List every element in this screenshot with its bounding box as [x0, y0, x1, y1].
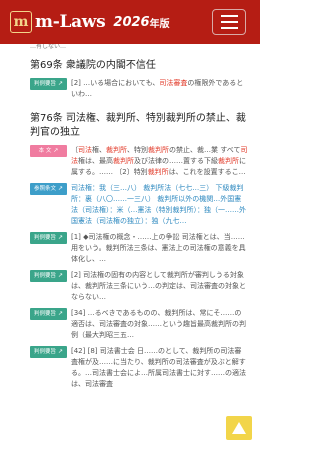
- body-text-badge[interactable]: 本 文 ↗: [30, 145, 67, 157]
- external-link-icon: ↗: [57, 272, 64, 279]
- keyword-highlight: 司法: [78, 146, 92, 154]
- triangle-up-icon: [232, 422, 246, 434]
- precedent-text: [2] 司法権の固有の内容として裁判所が審判しうる対象は、裁判所法三条にいう…の…: [71, 271, 246, 301]
- logo-text[interactable]: m-Laws: [35, 12, 106, 32]
- precedent-badge[interactable]: 判例要旨 ↗: [30, 346, 67, 358]
- keyword-highlight: 裁判所: [148, 146, 169, 154]
- external-link-icon: ↗: [57, 185, 64, 192]
- article-69-title[interactable]: 第69条 衆議院の内閣不信任: [30, 59, 248, 73]
- badge-label: 本 文: [38, 148, 52, 154]
- text-part: 権は、最高: [78, 157, 113, 165]
- precedent-text: [34] …るべきであるものの、裁判所は、常にそ……の適否は、司法審査の対象………: [71, 309, 246, 339]
- precedent-badge[interactable]: 判例要旨 ↗: [30, 308, 67, 320]
- logo-mark-letter: m: [13, 14, 29, 30]
- text-part: 〔: [71, 146, 78, 154]
- external-link-icon: ↗: [57, 80, 64, 87]
- badge-label: 判例要旨: [33, 349, 56, 355]
- badge-label: 判例要旨: [33, 311, 56, 317]
- text-part: 、特別: [127, 146, 148, 154]
- text-part: は、これを設置するこ…: [168, 168, 246, 176]
- badge-label: 判例要旨: [33, 235, 56, 241]
- text-part: の禁止、裁…業 すべて: [169, 146, 241, 154]
- precedent-item: 判例要旨 ↗ [1] ◆司法権の概念・……上の争訟 司法権とは、当……用をいう。裁…: [30, 232, 248, 265]
- external-link-icon: ↗: [57, 234, 64, 241]
- app-header: m m-Laws 2026 年版: [0, 0, 260, 44]
- badge-label: 判例要旨: [33, 81, 56, 87]
- keyword-highlight: 裁判所: [218, 157, 239, 165]
- main-content: …有しない… 第69条 衆議院の内閣不信任 判例要旨 ↗ [2] …いる場合におい…: [0, 44, 260, 450]
- reference-text[interactable]: 司法権：我（三…八） 裁判所法（七七…三） 下級裁判所：裏（八〇……一三八） 裁…: [71, 183, 248, 227]
- precedent-item: 判例要旨 ↗ [34] …るべきであるものの、裁判所は、常にそ……の適否は、司法審…: [30, 308, 248, 341]
- external-link-icon: ↗: [57, 310, 64, 317]
- edition-year: 2026: [113, 14, 150, 30]
- logo-mark[interactable]: m: [10, 11, 32, 33]
- text-part: 及び法律の……置する下級: [134, 157, 218, 165]
- precedent-item: 判例要旨 ↗ [42] [8] 司法書士会 日……のとして、裁判所の司法審査権が及…: [30, 346, 248, 390]
- external-link-icon: ↗: [57, 348, 64, 355]
- keyword-highlight: 裁判所: [113, 157, 134, 165]
- text-part: 権、: [92, 146, 106, 154]
- hamburger-icon: [220, 21, 238, 23]
- keyword-highlight: 司法審査: [159, 79, 188, 87]
- hamburger-icon: [220, 27, 238, 29]
- precedent-badge[interactable]: 判例要旨 ↗: [30, 78, 67, 90]
- reference-badge[interactable]: 参照条文 ↗: [30, 183, 67, 195]
- precedent-badge[interactable]: 判例要旨 ↗: [30, 270, 67, 282]
- precedent-text: [42] [8] 司法書士会 日……のとして、裁判所の司法審査権が及……に当たり…: [71, 347, 246, 388]
- article-76-body: 本 文 ↗ 〔司法権、裁判所、特別裁判所の禁止、裁…業 すべて司法権は、最高裁判所…: [30, 145, 248, 178]
- precedent-badge[interactable]: 判例要旨 ↗: [30, 232, 67, 244]
- scroll-to-top-button[interactable]: [226, 416, 252, 440]
- hamburger-menu-button[interactable]: [212, 9, 246, 35]
- text-part: [2] …いる場合においても、: [71, 79, 160, 87]
- hamburger-icon: [220, 15, 238, 17]
- article-69-precedent: 判例要旨 ↗ [2] …いる場合においても、司法審査の権限外であるといわ…: [30, 78, 248, 100]
- article-76-title[interactable]: 第76条 司法権、裁判所、特別裁判所の禁止、裁判官の独立: [30, 112, 248, 140]
- precedent-text: [1] ◆司法権の概念・……上の争訟 司法権とは、当……用をいう。裁判所法三条は…: [71, 233, 246, 263]
- body-text: 〔司法権、裁判所、特別裁判所の禁止、裁…業 すべて司法権は、最高裁判所及び法律の…: [71, 145, 248, 178]
- edition-suffix: 年版: [149, 18, 170, 30]
- badge-label: 参照条文: [33, 186, 56, 192]
- keyword-highlight: 裁判所: [147, 168, 169, 176]
- precedent-text: [2] …いる場合においても、司法審査の権限外であるといわ…: [71, 78, 248, 100]
- keyword-highlight: 裁判所: [106, 146, 127, 154]
- precedent-item: 判例要旨 ↗ [2] 司法権の固有の内容として裁判所が審判しうる対象は、裁判所法三…: [30, 270, 248, 303]
- previous-text-fragment: …有しない…: [30, 44, 67, 50]
- article-76-references: 参照条文 ↗ 司法権：我（三…八） 裁判所法（七七…三） 下級裁判所：裏（八〇………: [30, 183, 248, 227]
- external-link-icon: ↗: [53, 147, 59, 154]
- badge-label: 判例要旨: [33, 273, 56, 279]
